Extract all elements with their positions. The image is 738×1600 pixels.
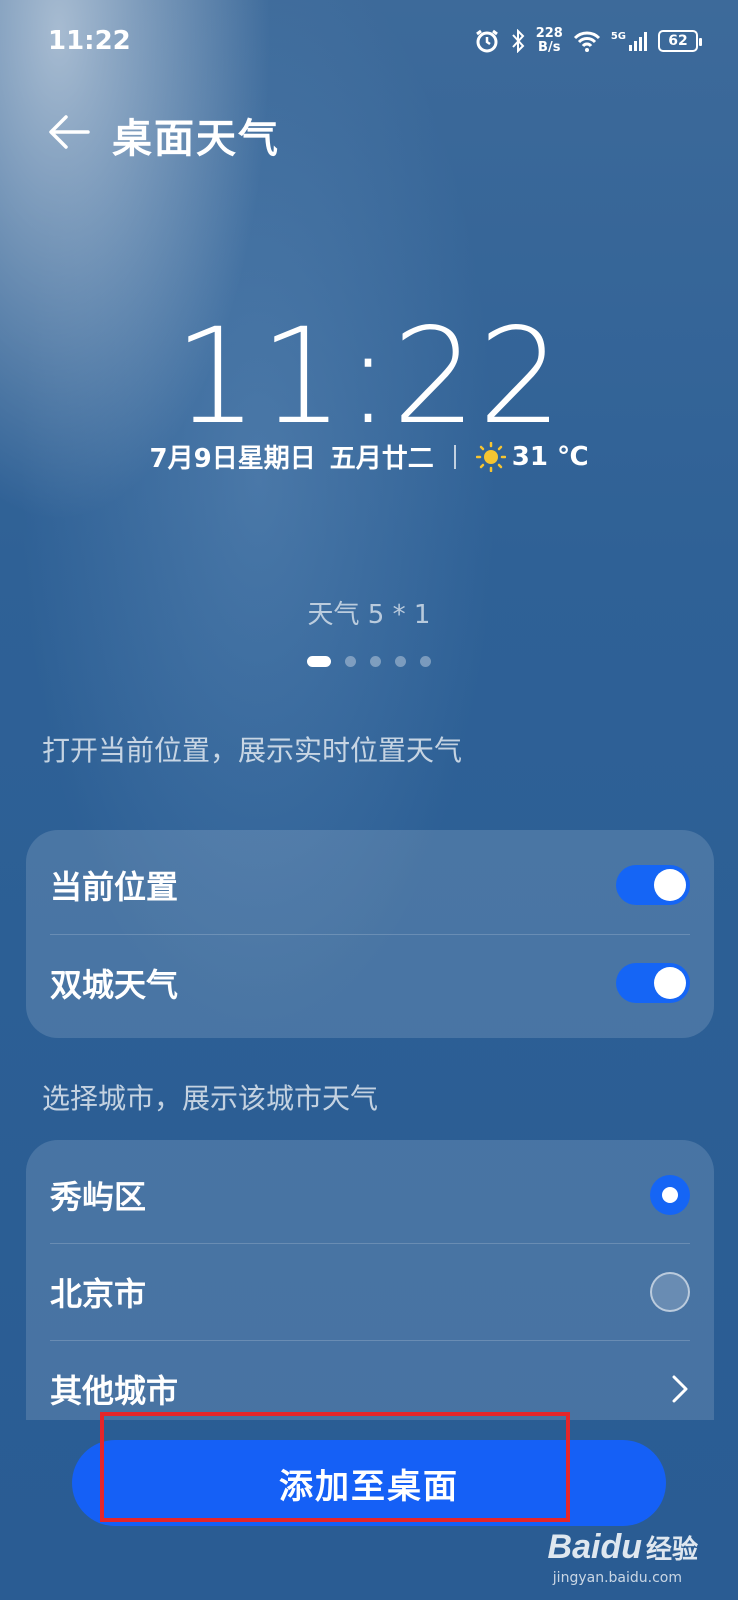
preview-date: 7月9日星期日 — [149, 444, 316, 474]
wifi-icon — [573, 30, 601, 52]
widget-preview-clock: 11:22 — [173, 300, 565, 454]
city-selection-card: 秀屿区 北京市 其他城市 — [26, 1140, 714, 1420]
dual-city-label: 双城天气 — [50, 966, 179, 1004]
city-label: 北京市 — [50, 1275, 147, 1313]
network-speed-value: 228 — [535, 26, 563, 41]
current-location-row[interactable]: 当前位置 — [26, 836, 714, 934]
battery-level: 62 — [668, 33, 688, 49]
widget-preview-date-line: 7月9日星期日 五月廿二 31 ℃ — [0, 438, 738, 475]
preview-temperature-value: 31 ℃ — [511, 441, 589, 472]
widget-size-label: 天气 5 * 1 — [307, 600, 431, 630]
page-dot-4[interactable] — [395, 656, 406, 667]
cellular-signal-icon: 5G — [611, 31, 648, 51]
page-dot-3[interactable] — [370, 656, 381, 667]
back-button[interactable] — [46, 108, 98, 156]
toggle-knob — [654, 967, 686, 999]
page-dot-2[interactable] — [345, 656, 356, 667]
watermark-url: jingyan.baidu.com — [552, 1570, 682, 1586]
page-dot-1[interactable] — [307, 656, 331, 667]
page-title: 桌面天气 — [112, 116, 280, 162]
battery-icon: 62 — [658, 30, 702, 52]
location-settings-card: 当前位置 双城天气 — [26, 830, 714, 1038]
arrow-left-icon — [49, 115, 90, 149]
location-section-label: 打开当前位置，展示实时位置天气 — [42, 734, 463, 767]
bluetooth-icon — [510, 29, 526, 53]
city-section-label: 选择城市，展示该城市天气 — [42, 1082, 379, 1115]
baidu-watermark: Baidu 经验 — [548, 1528, 698, 1567]
city-label: 秀屿区 — [50, 1178, 147, 1216]
current-location-toggle[interactable] — [616, 865, 690, 905]
page-dot-5[interactable] — [420, 656, 431, 667]
divider — [453, 444, 456, 469]
current-location-label: 当前位置 — [50, 868, 179, 906]
city-radio-unselected[interactable] — [650, 1272, 690, 1312]
sun-icon — [475, 441, 506, 472]
preview-temperature: 31 ℃ — [475, 441, 589, 472]
highlight-annotation-box — [100, 1412, 570, 1522]
city-row-other[interactable]: 其他城市 — [26, 1340, 714, 1420]
toggle-knob — [654, 869, 686, 901]
watermark-sub-text: 经验 — [645, 1534, 698, 1564]
alarm-icon — [474, 28, 500, 54]
status-icons: 228 B/s 5G 62 — [474, 24, 702, 58]
signal-type-label: 5G — [610, 31, 626, 42]
dual-city-toggle[interactable] — [616, 963, 690, 1003]
radio-dot — [662, 1187, 678, 1203]
city-label: 其他城市 — [50, 1372, 179, 1410]
network-speed-unit: B/s — [538, 40, 561, 55]
status-time: 11:22 — [48, 26, 131, 56]
dual-city-row[interactable]: 双城天气 — [26, 934, 714, 1032]
watermark-logo-text: Baidu — [547, 1528, 642, 1566]
page-indicator[interactable] — [0, 656, 738, 667]
preview-lunar-date: 五月廿二 — [329, 444, 434, 474]
city-row-beijing[interactable]: 北京市 — [26, 1243, 714, 1341]
city-radio-selected[interactable] — [650, 1175, 690, 1215]
chevron-right-icon — [672, 1375, 688, 1403]
network-speed: 228 B/s — [536, 27, 563, 55]
city-row-xiuyu[interactable]: 秀屿区 — [26, 1146, 714, 1244]
